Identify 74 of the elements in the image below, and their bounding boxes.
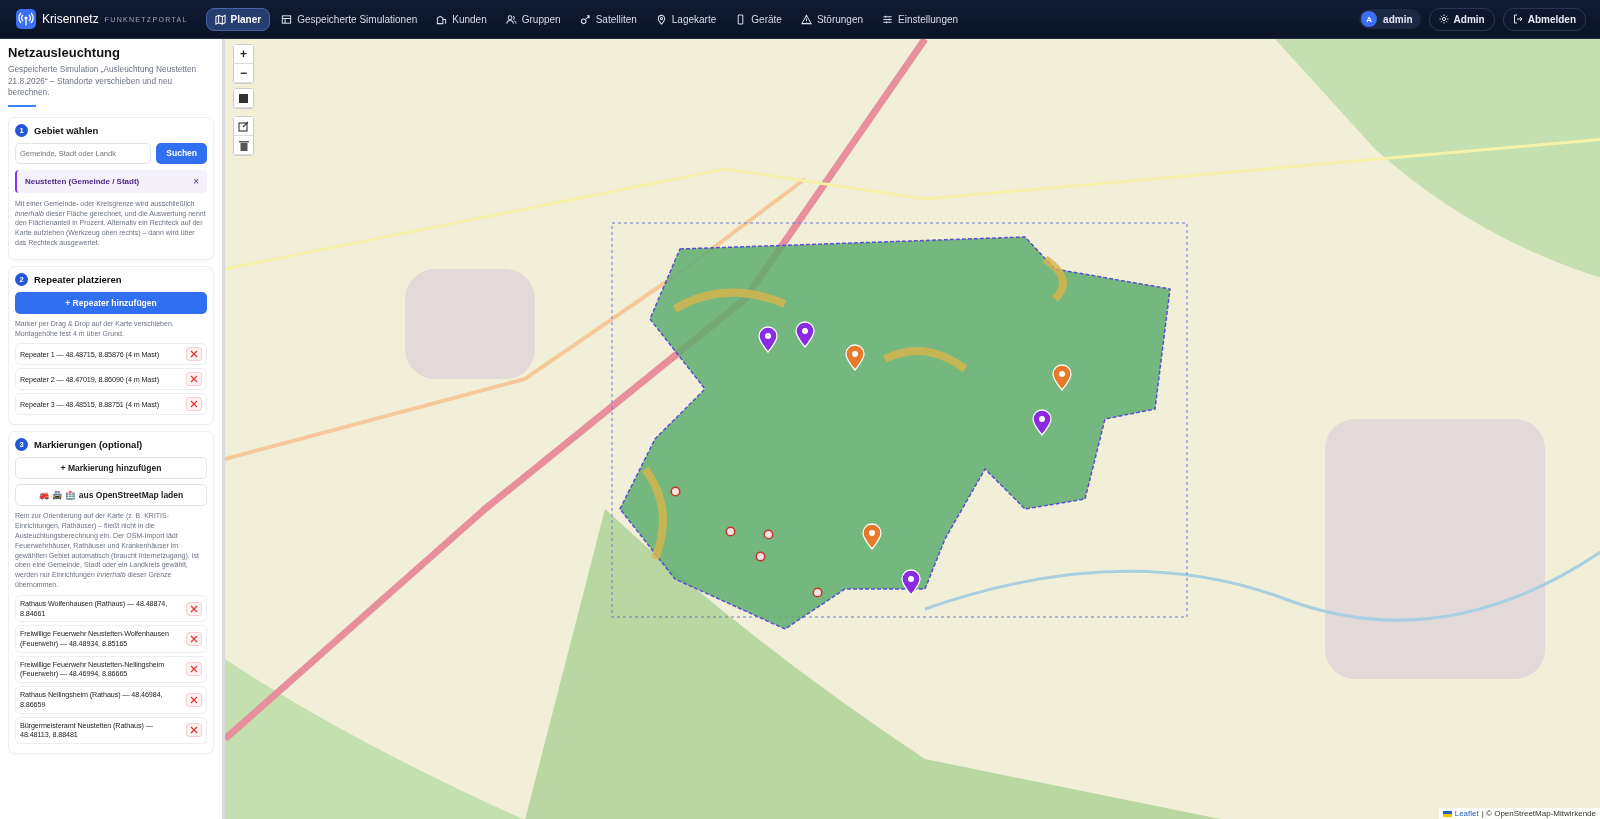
square-icon (239, 93, 248, 103)
area-label: Neustetten (Gemeinde / Stadt) (25, 176, 140, 186)
admin-button[interactable]: Admin (1428, 7, 1495, 31)
nav-tab[interactable]: Planer (205, 7, 271, 31)
device-pin-icon[interactable] (1052, 364, 1072, 391)
close-icon (190, 604, 198, 613)
repeater-pin-icon[interactable] (795, 321, 815, 348)
table-icon (281, 13, 293, 25)
trash-icon (238, 139, 249, 151)
nav-tab[interactable]: Kunden (428, 7, 495, 31)
pin-icon (655, 13, 667, 25)
rectangle-tool-button[interactable] (234, 89, 253, 108)
nav-tab[interactable]: Einstellungen (874, 7, 967, 31)
remove-button[interactable]: × (193, 175, 199, 187)
step-title: Gebiet wählen (34, 124, 99, 136)
search-button[interactable]: Suchen (156, 142, 207, 164)
delete-button[interactable] (186, 662, 202, 677)
panel-title: Netzausleuchtung (8, 45, 121, 60)
close-icon (190, 350, 198, 359)
osm-import-button[interactable]: 🚒 🚔 🏥 aus OpenStreetMap laden (15, 484, 207, 507)
map-icon (214, 13, 226, 25)
avatar: A (1361, 11, 1378, 27)
poi-marker-icon[interactable] (755, 551, 766, 562)
nav-tab[interactable]: Gruppen (497, 7, 569, 31)
close-icon (190, 375, 198, 384)
flag-icon (1442, 810, 1452, 817)
device-pin-icon[interactable] (862, 523, 882, 550)
repeater-pin-icon[interactable] (1032, 409, 1052, 436)
repeater-pin-icon[interactable] (758, 326, 778, 353)
nav-tab[interactable]: Störungen (792, 7, 872, 31)
app-name: Krisennetz (42, 12, 99, 26)
delete-button[interactable] (186, 372, 202, 387)
delete-button[interactable] (186, 397, 202, 412)
gear-icon (1438, 14, 1449, 24)
delete-button[interactable] (186, 723, 202, 738)
close-icon (190, 634, 198, 643)
close-icon (190, 695, 198, 704)
poi-marker-icon[interactable] (725, 526, 736, 537)
edit-icon (238, 120, 249, 132)
panel-subtitle: Gespeicherte Simulation „Ausleuchtung Neustetten 21.8.2026“ – Standorte verschieben und neu berechnen. (8, 64, 198, 99)
user-chip[interactable]: A admin (1359, 9, 1421, 29)
zoom-in-button[interactable]: + (234, 45, 253, 64)
logout-button[interactable]: Abmelden (1502, 7, 1586, 31)
delete-button[interactable] (186, 692, 202, 707)
edit-button[interactable] (234, 117, 253, 136)
attribution-text: | © OpenStreetMap-Mitwirkende (1481, 809, 1596, 818)
delete-button[interactable] (186, 601, 202, 616)
logout-icon (1512, 14, 1523, 24)
step-title: Repeater platzieren (34, 273, 122, 285)
satellite-icon (579, 13, 591, 25)
nav-tab[interactable]: Geräte (727, 7, 790, 31)
building-icon (436, 13, 448, 25)
step-title: Markierungen (optional) (34, 439, 143, 451)
device-pin-icon[interactable] (845, 344, 865, 371)
users-icon (505, 13, 517, 25)
warning-icon (800, 13, 812, 25)
nav-tab[interactable]: Satelliten (571, 7, 645, 31)
delete-button[interactable] (186, 347, 202, 362)
nav-tab[interactable]: Lagekarte (647, 7, 725, 31)
add-repeater-button[interactable]: + Repeater hinzufügen (15, 291, 207, 314)
repeater-pin-icon[interactable] (901, 569, 921, 596)
leaflet-link[interactable]: Leaflet (1454, 809, 1479, 818)
poi-marker-icon[interactable] (670, 486, 681, 497)
poi-marker-icon[interactable] (763, 529, 774, 540)
nav-tab[interactable]: Gespeicherte Simulationen (273, 7, 426, 31)
close-icon (190, 726, 198, 735)
close-icon (190, 665, 198, 674)
delete-button[interactable] (186, 631, 202, 646)
close-icon (190, 400, 198, 409)
user-name: admin (1383, 13, 1413, 25)
sliders-icon (882, 13, 894, 25)
antenna-icon (16, 9, 36, 29)
add-marker-button[interactable]: + Markierung hinzufügen (15, 457, 207, 480)
poi-marker-icon[interactable] (812, 587, 823, 598)
